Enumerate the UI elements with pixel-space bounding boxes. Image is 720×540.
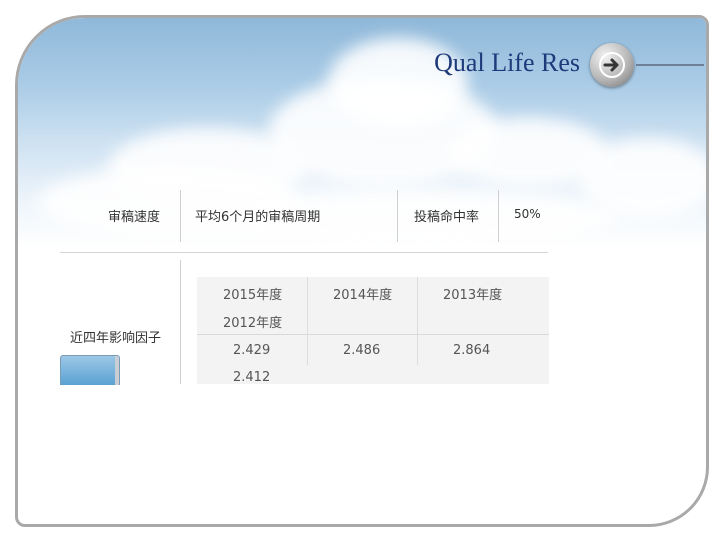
- column-divider: [180, 260, 181, 384]
- year-header: 2015年度: [223, 288, 283, 303]
- impact-factor-value: 2.412: [233, 370, 271, 385]
- column-divider: [307, 277, 308, 334]
- header-divider: [197, 334, 549, 335]
- column-divider: [307, 335, 308, 365]
- impact-factor-value: 2.429: [233, 343, 271, 358]
- journal-thumbnail-image: [60, 355, 120, 385]
- impact-factor-label: 近四年影响因子: [70, 331, 162, 346]
- review-period-label: 平均6个月的审稿周期: [195, 210, 321, 225]
- acceptance-label: 投稿命中率: [414, 210, 480, 225]
- column-divider: [180, 190, 181, 242]
- page-title: Qual Life Res: [434, 48, 580, 77]
- column-divider: [417, 335, 418, 365]
- review-speed-label: 审稿速度: [108, 210, 161, 225]
- slide-frame: [15, 15, 709, 527]
- column-divider: [417, 277, 418, 334]
- table-divider: [60, 252, 548, 253]
- year-header: 2012年度: [223, 316, 283, 331]
- column-divider: [397, 190, 398, 242]
- year-header: 2014年度: [333, 288, 393, 303]
- arrow-right-circle-icon: [599, 52, 625, 78]
- impact-factor-table: 2015年度 2014年度 2013年度 2012年度 2.429 2.486 …: [197, 277, 549, 385]
- impact-factor-value: 2.864: [453, 343, 491, 358]
- year-header: 2013年度: [443, 288, 503, 303]
- next-button[interactable]: [590, 43, 634, 87]
- acceptance-value: 50%: [514, 207, 541, 221]
- impact-factor-value: 2.486: [343, 343, 381, 358]
- column-divider: [498, 190, 499, 242]
- header-rule: [636, 64, 704, 66]
